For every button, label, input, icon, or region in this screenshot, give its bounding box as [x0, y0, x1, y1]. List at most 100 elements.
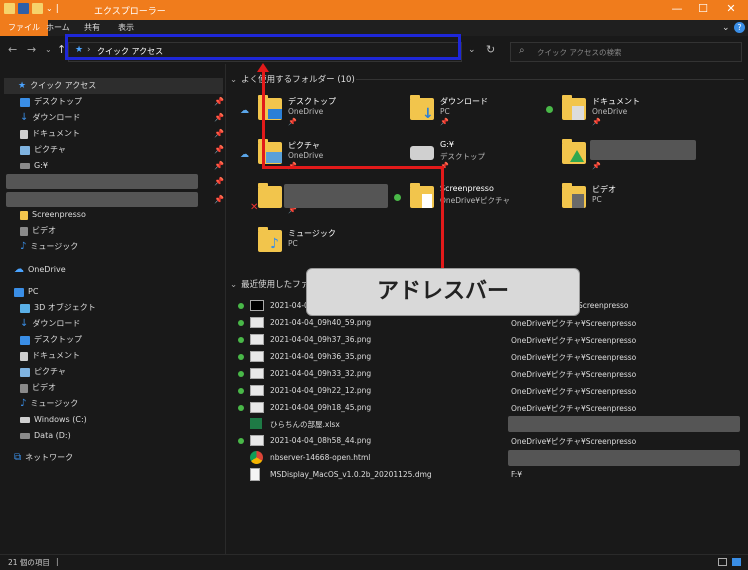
sidebar-item-pictures[interactable]: ピクチャ	[20, 143, 66, 157]
address-bar-callout: アドレスバー	[306, 268, 580, 316]
folder-tile-screenpresso[interactable]: Screenpresso OneDrive¥ピクチャ	[394, 183, 548, 218]
recent-file-row[interactable]: 2021-04-04_09h36_35.png OneDrive¥ピクチャ¥Sc…	[238, 349, 738, 365]
collapse-chevron-icon[interactable]: ⌄	[230, 75, 237, 85]
recent-file-row[interactable]: 2021-04-04_09h18_45.png OneDrive¥ピクチャ¥Sc…	[238, 400, 738, 416]
customize-toolbar-chevron-icon[interactable]: ⌄	[46, 4, 53, 13]
sidebar-item-documents[interactable]: ドキュメント	[20, 127, 80, 141]
video-icon	[20, 226, 28, 236]
address-dropdown-button[interactable]: ⌄	[468, 45, 476, 55]
folder-location: PC	[288, 239, 298, 248]
maximize-button[interactable]: ☐	[694, 2, 712, 16]
recent-file-row[interactable]: MSDisplay_MacOS_v1.0.2b_20201125.dmg F:¥	[238, 467, 738, 483]
frequent-folders-header[interactable]: ⌄ よく使用するフォルダー (10)	[230, 73, 355, 85]
google-drive-overlay-icon	[570, 150, 584, 162]
pin-icon[interactable]: 📌	[214, 129, 224, 138]
pin-icon[interactable]: 📌	[214, 177, 224, 186]
synced-status-icon	[238, 303, 244, 309]
sidebar-item-videos[interactable]: ビデオ	[20, 224, 56, 238]
download-icon: ↓	[20, 318, 29, 329]
sidebar-item-pc-downloads[interactable]: ↓ ダウンロード	[20, 317, 80, 331]
file-location: OneDrive¥ピクチャ¥Screenpresso	[511, 370, 637, 379]
folder-tile-music[interactable]: ♪ ミュージック PC	[256, 227, 396, 262]
sidebar-item-pc-music[interactable]: ♪ ミュージック	[20, 397, 78, 411]
recent-file-row[interactable]: 2021-04-04_08h58_44.png OneDrive¥ピクチャ¥Sc…	[238, 433, 738, 449]
sidebar-item-screenpresso[interactable]: Screenpresso	[20, 208, 86, 222]
recent-files-header[interactable]: ⌄ 最近使用したファ	[230, 278, 309, 290]
file-location: OneDrive¥ピクチャ¥Screenpresso	[511, 387, 637, 396]
sidebar-item-pc[interactable]: PC	[14, 285, 38, 299]
sidebar-item-pc-videos[interactable]: ビデオ	[20, 381, 56, 395]
sidebar-item-label: ドキュメント	[32, 351, 80, 360]
sidebar-item-windows-c[interactable]: Windows (C:)	[20, 413, 87, 427]
collapse-chevron-icon[interactable]: ⌄	[230, 280, 237, 290]
close-button[interactable]: ✕	[722, 2, 740, 16]
section-title: よく使用するフォルダー (10)	[241, 75, 355, 85]
file-location: OneDrive¥ピクチャ¥Screenpresso	[511, 353, 637, 362]
image-thumbnail-icon	[250, 317, 264, 328]
network-icon: ⧉	[14, 452, 22, 463]
windows-drive-icon	[20, 417, 30, 423]
forward-button[interactable]: →	[27, 43, 36, 56]
sidebar-item-3d-objects[interactable]: 3D オブジェクト	[20, 301, 96, 315]
cloud-icon: ☁	[14, 264, 24, 275]
file-name: 2021-04-04_09h40_59.png	[270, 318, 372, 327]
pin-icon[interactable]: 📌	[214, 161, 224, 170]
large-icons-view-icon[interactable]	[732, 558, 741, 566]
details-view-icon[interactable]	[718, 558, 727, 566]
file-name: 2021-04-04_09h22_12.png	[270, 386, 372, 395]
recent-file-row[interactable]: nbserver-14668-open.html	[238, 450, 740, 466]
pc-icon	[14, 287, 24, 297]
pin-icon[interactable]: 📌	[214, 145, 224, 154]
file-location: OneDrive¥ピクチャ¥Screenpresso	[511, 437, 637, 446]
sidebar-item-onedrive[interactable]: ☁ OneDrive	[14, 263, 66, 277]
folder-tile-documents[interactable]: ドキュメント OneDrive 📌	[546, 95, 700, 130]
file-location: OneDrive¥ピクチャ¥Screenpresso	[511, 404, 637, 413]
sidebar-item-downloads[interactable]: ↓ ダウンロード	[20, 111, 80, 125]
synced-status-icon	[394, 194, 401, 201]
picture-icon	[20, 145, 30, 155]
navigation-pane: ★ クイック アクセス デスクトップ 📌 ↓ ダウンロード 📌 ドキュメント 📌…	[0, 64, 226, 554]
desktop-icon	[20, 335, 30, 345]
image-thumbnail-icon	[250, 435, 264, 446]
file-name: MSDisplay_MacOS_v1.0.2b_20201125.dmg	[270, 470, 432, 479]
recent-file-row[interactable]: 2021-04-04_09h33_32.png OneDrive¥ピクチャ¥Sc…	[238, 366, 738, 382]
sidebar-item-desktop[interactable]: デスクトップ	[20, 95, 82, 109]
sidebar-item-pc-desktop[interactable]: デスクトップ	[20, 333, 82, 347]
sidebar-item-data-d[interactable]: Data (D:)	[20, 429, 71, 443]
properties-icon[interactable]	[18, 3, 29, 14]
recent-file-row[interactable]: ひらちんの部屋.xlsx	[238, 416, 740, 432]
folder-name: G:¥	[440, 140, 454, 149]
folder-tile-downloads[interactable]: ↓ ダウンロード PC 📌	[408, 95, 548, 130]
sidebar-item-pc-pictures[interactable]: ピクチャ	[20, 365, 66, 379]
ribbon-expand-chevron-icon[interactable]: ⌄	[722, 23, 730, 33]
pin-icon[interactable]: 📌	[214, 97, 224, 106]
folder-icon	[258, 183, 282, 208]
pin-icon[interactable]: 📌	[214, 113, 224, 122]
minimize-button[interactable]: —	[668, 2, 686, 16]
pin-icon: 📌	[592, 118, 601, 126]
refresh-button[interactable]: ↻	[486, 43, 495, 56]
excel-icon	[250, 418, 262, 429]
help-icon[interactable]: ?	[734, 22, 745, 33]
sidebar-item-quick-access[interactable]: ★ クイック アクセス	[18, 79, 96, 93]
sidebar-item-network[interactable]: ⧉ ネットワーク	[14, 451, 73, 465]
search-input[interactable]: クイック アクセスの検索	[537, 47, 622, 58]
image-thumbnail-icon	[250, 368, 264, 379]
sidebar-item-g-drive[interactable]: G:¥	[20, 159, 48, 173]
folder-tile-desktop[interactable]: ☁ デスクトップ OneDrive 📌	[240, 95, 396, 130]
sidebar-item-pc-documents[interactable]: ドキュメント	[20, 349, 80, 363]
search-box[interactable]: ⌕ クイック アクセスの検索	[510, 42, 742, 62]
drive-icon	[20, 433, 30, 439]
folder-tile-videos[interactable]: ビデオ PC	[560, 183, 700, 218]
recent-file-row[interactable]: 2021-04-04_09h40_59.png OneDrive¥ピクチャ¥Sc…	[238, 315, 738, 331]
folder-location: PC	[592, 195, 602, 204]
sidebar-item-music[interactable]: ♪ ミュージック	[20, 240, 78, 254]
recent-locations-button[interactable]: ⌄	[45, 45, 52, 54]
folder-icon	[20, 210, 28, 220]
pin-icon[interactable]: 📌	[214, 195, 224, 204]
new-folder-icon[interactable]	[32, 3, 43, 14]
recent-file-row[interactable]: 2021-04-04_09h22_12.png OneDrive¥ピクチャ¥Sc…	[238, 383, 738, 399]
recent-file-row[interactable]: 2021-04-04_09h37_36.png OneDrive¥ピクチャ¥Sc…	[238, 332, 738, 348]
back-button[interactable]: ←	[8, 43, 17, 56]
folder-name: ダウンロード	[440, 97, 488, 106]
